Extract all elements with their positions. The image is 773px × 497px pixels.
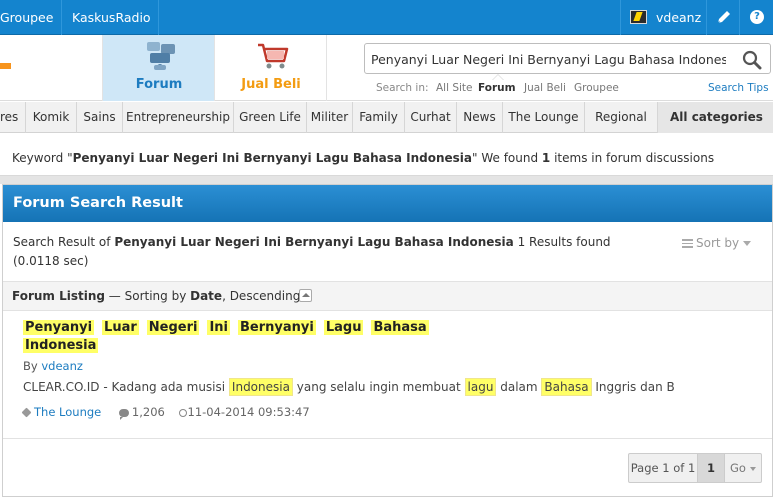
help-button[interactable]: ? <box>739 0 773 35</box>
listing-sort-field: Date <box>190 289 223 303</box>
go-label: Go <box>730 461 746 475</box>
title-word: Luar <box>102 320 139 335</box>
chevron-down-icon <box>749 466 756 471</box>
keyword-middle: " We found <box>472 151 542 165</box>
search-caret <box>492 75 504 81</box>
forum-icon <box>147 42 175 70</box>
nav-forum[interactable]: Forum <box>103 35 215 101</box>
nav-jual-beli[interactable]: Jual Beli <box>215 35 327 101</box>
forum-link[interactable]: The Lounge <box>34 405 101 419</box>
nav-forum-label: Forum <box>135 77 183 92</box>
snippet-highlight: Bahasa <box>541 378 592 396</box>
pagination: Page 1 of 1 1 Go <box>628 453 762 483</box>
groupee-link[interactable]: Groupee <box>0 0 62 35</box>
category-item[interactable]: Sains <box>77 102 123 133</box>
search-box <box>364 43 771 74</box>
collapse-icon[interactable] <box>299 289 312 302</box>
category-item[interactable]: Komik <box>26 102 77 133</box>
thread-date: 11-04-2014 09:53:47 <box>187 405 310 419</box>
category-item[interactable]: Militer <box>307 102 353 133</box>
kaskus-logo[interactable] <box>0 35 103 101</box>
separator <box>0 176 773 184</box>
search-option-forum[interactable]: Forum <box>478 82 516 94</box>
all-categories-label: All categories <box>670 110 763 124</box>
title-word: Penyanyi <box>23 320 95 335</box>
search-input[interactable] <box>371 49 726 69</box>
nav-jual-beli-label: Jual Beli <box>241 77 301 92</box>
sort-by-label: Sort by <box>696 236 740 250</box>
reply-count: 1,206 <box>131 405 165 419</box>
kaskusradio-link[interactable]: KaskusRadio <box>62 0 159 35</box>
thread-snippet: CLEAR.CO.ID - Kadang ada musisi Indonesi… <box>23 378 675 396</box>
panel-title: Forum Search Result <box>13 195 183 211</box>
forum-listing-bar: Forum Listing — Sorting by Date, Descend… <box>3 281 772 311</box>
user-avatar-icon <box>630 10 647 24</box>
pencil-icon <box>717 11 730 24</box>
go-page-dropdown[interactable]: Go <box>725 454 761 482</box>
shopping-cart-icon <box>258 43 289 69</box>
category-item[interactable]: Green Life <box>234 102 307 133</box>
edit-button[interactable] <box>706 0 739 35</box>
keyword-text: Penyanyi Luar Negeri Ini Bernyanyi Lagu … <box>72 151 473 165</box>
sort-by-dropdown[interactable]: Sort by <box>682 236 752 250</box>
result-summary: Search Result of Penyanyi Luar Negeri In… <box>13 235 611 268</box>
search-option-groupee[interactable]: Groupee <box>574 82 619 94</box>
thread-meta: The Lounge 1,206 11-04-2014 09:53:47 <box>21 405 310 420</box>
search-option-jual-beli[interactable]: Jual Beli <box>524 82 566 94</box>
forum-search-result-panel: Forum Search Result Search Result of Pen… <box>2 184 773 497</box>
category-item[interactable]: Curhat <box>405 102 457 133</box>
header: Forum Jual Beli Search in: All Site Foru… <box>0 35 773 101</box>
listing-label: Forum Listing <box>12 289 105 303</box>
tag-icon <box>21 407 32 418</box>
keyword-info: Keyword "Penyanyi Luar Negeri Ini Bernya… <box>0 134 773 176</box>
category-item[interactable]: Family <box>353 102 405 133</box>
list-icon <box>682 239 693 248</box>
search-icon[interactable] <box>741 50 763 70</box>
comment-icon <box>118 408 129 420</box>
title-word: Bernyanyi <box>238 320 316 335</box>
panel-header: Forum Search Result <box>3 185 772 222</box>
category-item[interactable]: Entrepreneurship <box>123 102 234 133</box>
page-info: Page 1 of 1 <box>629 454 698 482</box>
search-in-label: Search in: <box>376 82 429 94</box>
author-link[interactable]: vdeanz <box>41 359 83 373</box>
summary-keyword: Penyanyi Luar Negeri Ini Bernyanyi Lagu … <box>114 235 514 249</box>
category-item[interactable]: News <box>457 102 503 133</box>
username: vdeanz <box>656 10 702 25</box>
user-menu[interactable]: vdeanz <box>620 0 706 35</box>
thread-title-link[interactable]: Penyanyi Luar Negeri Ini Bernyanyi Lagu Bahasa… <box>23 319 429 355</box>
clock-icon <box>178 408 187 417</box>
help-icon: ? <box>750 10 764 24</box>
search-option-all-site[interactable]: All Site <box>436 82 473 94</box>
category-item[interactable]: res <box>0 102 26 133</box>
title-word: Lagu <box>323 320 364 335</box>
page-1-button[interactable]: 1 <box>698 454 725 482</box>
keyword-suffix: items in forum discussions <box>550 151 715 165</box>
title-word: Negeri <box>146 320 200 335</box>
category-bar: res Komik Sains Entrepreneurship Green L… <box>0 102 773 151</box>
keyword-prefix: Keyword " <box>12 151 73 165</box>
all-categories-dropdown[interactable]: All categories <box>658 102 773 151</box>
title-word: Bahasa <box>371 320 429 335</box>
snippet-highlight: lagu <box>464 378 497 396</box>
title-word: Indonesia <box>23 338 99 353</box>
top-bar: Groupee KaskusRadio vdeanz ? <box>0 0 773 35</box>
title-word: Ini <box>207 320 231 335</box>
category-item[interactable]: The Lounge <box>503 102 585 133</box>
thread-author: By vdeanz <box>23 359 83 373</box>
snippet-highlight: Indonesia <box>228 378 293 396</box>
category-item[interactable]: Regional <box>585 102 658 133</box>
chevron-down-icon <box>743 241 752 246</box>
thread-result: Penyanyi Luar Negeri Ini Bernyanyi Lagu Bahasa… <box>3 311 772 439</box>
search-tips-link[interactable]: Search Tips <box>708 82 769 94</box>
